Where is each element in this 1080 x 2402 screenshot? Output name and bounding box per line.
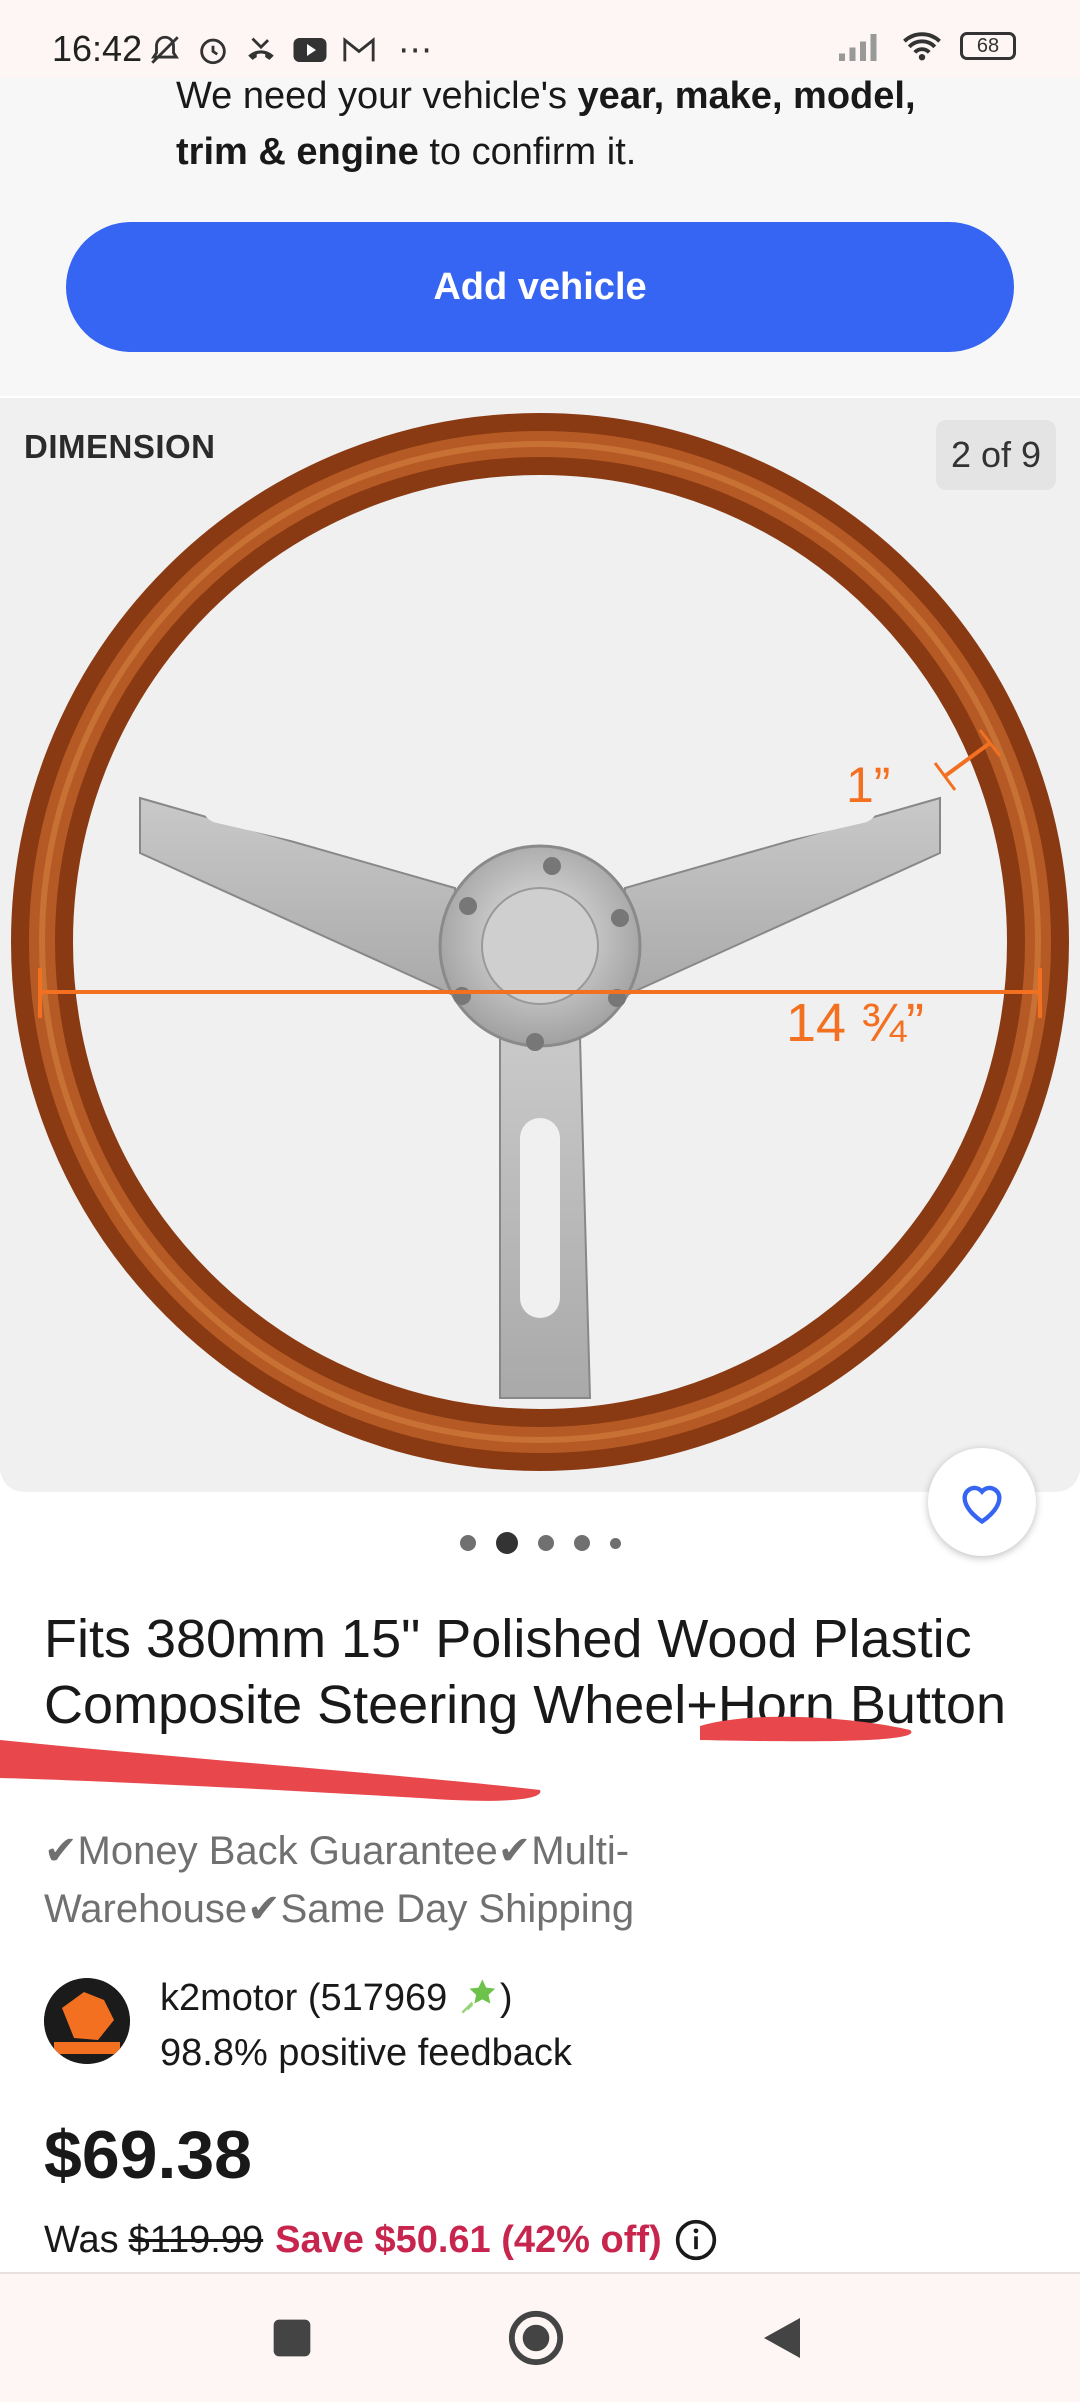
image-label: DIMENSION [24,428,216,465]
seller-feedback: 98.8% positive feedback [160,2032,572,2074]
wifi-icon [903,32,941,61]
back-button[interactable] [752,2308,812,2368]
vehicle-fitment-message-line2: trim & engine to confirm it. [176,131,637,173]
redaction-scribble [0,1716,912,1801]
rim-width-label: 1” [846,757,891,813]
diameter-label: 14 ¾” [786,993,925,1053]
product-image-gallery[interactable]: 1” 14 ¾” DIMENSION 2 of 9 [0,398,1080,1492]
more-notifications-icon: ⋯ [398,31,432,69]
pagination-dot-active[interactable] [495,1532,518,1554]
pagination-dot[interactable] [609,1537,621,1549]
status-bar: 16:42 ⋯ 68 [0,0,1080,78]
system-navigation-bar [0,2272,1080,2402]
seller-name[interactable]: k2motor (517969 ) [160,1976,513,2020]
heart-icon [962,1485,1002,1525]
square-icon [273,2319,311,2357]
bell-off-icon [151,35,179,64]
home-circle-icon [508,2310,564,2366]
pagination-dot[interactable] [537,1535,554,1551]
home-button[interactable] [506,2308,566,2368]
signal-icon [839,34,877,61]
add-vehicle-button[interactable]: Add vehicle [66,222,1014,352]
original-price: $119.99 [128,2218,264,2261]
alarm-icon [200,38,226,65]
seller-guarantee-text: ✔Money Back Guarantee✔Multi-Warehouse✔Sa… [44,1829,635,1931]
discount-row: Was $119.99 Save $50.61 (42% off) [44,2218,718,2262]
gmail-icon [343,37,375,62]
status-time: 16:42 [52,28,143,69]
youtube-icon [293,38,327,62]
savings-text: Save $50.61 (42% off) [275,2218,662,2261]
seller-avatar[interactable] [44,1978,130,2064]
battery-icon: 68 [960,32,1016,60]
current-price: $69.38 [44,2117,252,2193]
back-triangle-icon [764,2318,800,2358]
star-rating-icon [461,1979,496,2014]
missed-call-icon [248,37,274,60]
notification-icons: ⋯ [148,30,432,70]
pagination-dot[interactable] [459,1535,476,1551]
seller-info[interactable]: k2motor (517969 ) 98.8% positive feedbac… [44,1976,1044,2086]
steering-wheel-image [11,413,1069,1471]
was-label: Was [44,2218,119,2261]
vehicle-fitment-section: We need your vehicle's year, make, model… [0,75,1080,396]
image-pagination [0,1528,1080,1558]
image-counter-badge: 2 of 9 [936,420,1056,490]
info-icon[interactable] [674,2218,718,2262]
recent-apps-button[interactable] [262,2308,322,2368]
pagination-dot[interactable] [573,1535,590,1551]
add-to-watchlist-button[interactable] [928,1448,1036,1556]
system-icons: 68 [836,30,1016,62]
